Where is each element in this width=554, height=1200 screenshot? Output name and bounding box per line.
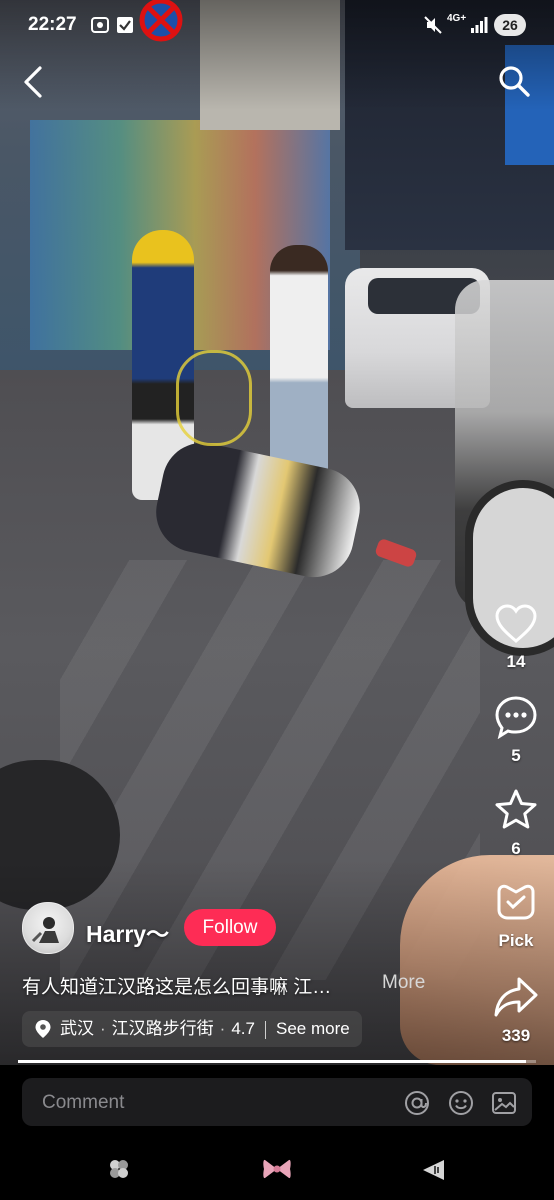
- share-button[interactable]: 339: [484, 975, 548, 1046]
- comment-bar: Comment: [0, 1065, 554, 1140]
- status-bar: 22:27 4G+ 26: [0, 0, 554, 52]
- location-divider: [264, 1020, 266, 1039]
- comment-count: 5: [511, 746, 521, 765]
- location-rating: 4.7: [231, 1019, 255, 1038]
- comment-button[interactable]: 5: [484, 695, 548, 766]
- share-count: 339: [501, 1026, 531, 1045]
- like-button[interactable]: 14: [484, 603, 548, 672]
- author-name[interactable]: Harry～: [86, 915, 169, 949]
- pick-button[interactable]: Pick: [484, 882, 548, 951]
- share-arrow-icon: [494, 977, 538, 1017]
- author-avatar[interactable]: [22, 902, 74, 954]
- star-icon: [495, 789, 537, 829]
- checkbox-notification-icon: [117, 17, 133, 33]
- battery-indicator: 26: [494, 14, 526, 36]
- at-sign-icon[interactable]: [404, 1090, 430, 1116]
- video-frame[interactable]: [0, 0, 554, 1065]
- comment-input[interactable]: Comment: [22, 1078, 532, 1126]
- favorite-button[interactable]: 6: [484, 788, 548, 859]
- back-button[interactable]: [18, 64, 52, 100]
- image-icon[interactable]: [491, 1090, 517, 1116]
- pick-icon: [497, 884, 535, 920]
- comment-placeholder: Comment: [42, 1092, 125, 1113]
- system-nav-bar: [0, 1140, 554, 1200]
- video-progress-bar[interactable]: [18, 1060, 536, 1063]
- comment-bubble-icon: [495, 696, 537, 740]
- caption-more-link[interactable]: More: [382, 972, 425, 994]
- mute-icon: [424, 16, 442, 34]
- screen-record-icon: [91, 17, 109, 33]
- nav-back-button[interactable]: [420, 1156, 446, 1182]
- location-city: 武汉: [60, 1019, 94, 1038]
- location-chip[interactable]: 武汉 · 江汉路步行街 · 4.7 See more: [22, 1011, 362, 1047]
- no-parking-sign-icon: [139, 0, 183, 42]
- favorite-count: 6: [511, 839, 521, 858]
- location-see-more[interactable]: See more: [276, 1019, 350, 1038]
- like-count: 14: [506, 652, 526, 671]
- status-time: 22:27: [28, 14, 77, 35]
- location-pin-icon: [35, 1020, 51, 1038]
- post-caption[interactable]: 有人知道江汉路这是怎么回事嘛 江…: [22, 972, 331, 999]
- search-button[interactable]: [496, 63, 532, 99]
- pick-label: Pick: [498, 931, 534, 950]
- follow-button[interactable]: Follow: [184, 909, 276, 946]
- network-type-label: 4G+: [447, 13, 467, 24]
- video-progress-fill: [18, 1060, 526, 1063]
- avatar-figure-icon: [31, 917, 59, 943]
- scene-bicycle-yellow: [176, 350, 252, 446]
- location-separator: ·: [219, 1019, 226, 1038]
- signal-icon: [471, 17, 488, 33]
- nav-menu-button[interactable]: [106, 1156, 132, 1182]
- heart-icon: [495, 604, 537, 643]
- location-separator: ·: [100, 1019, 106, 1038]
- location-place: 江汉路步行街: [111, 1019, 214, 1038]
- emoji-icon[interactable]: [448, 1090, 474, 1116]
- nav-home-button[interactable]: [262, 1156, 292, 1182]
